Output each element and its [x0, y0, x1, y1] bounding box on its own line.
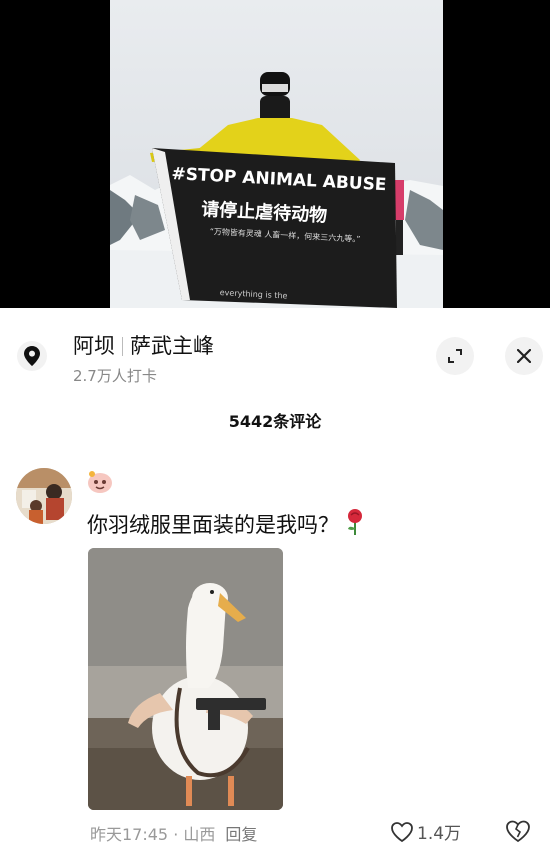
- close-button[interactable]: [505, 337, 543, 375]
- user-badge-icon: [86, 470, 114, 494]
- banner-line-4: everything is the: [219, 288, 288, 301]
- close-icon: [517, 349, 531, 363]
- avatar[interactable]: [16, 468, 72, 524]
- comment-count: 5442条评论: [228, 412, 322, 431]
- rose-icon: [345, 508, 365, 541]
- broken-heart-icon: [506, 820, 530, 843]
- reply-button[interactable]: 回复: [225, 825, 257, 844]
- dislike-button[interactable]: [505, 819, 531, 847]
- location-pin-icon: [24, 346, 40, 366]
- comment-time: 昨天17:45 · 山西: [90, 825, 216, 844]
- video-player[interactable]: #STOP ANIMAL ABUSE 请停止虐待动物 “万物皆有灵魂 人畜一样，…: [0, 0, 550, 308]
- location-divider: [122, 337, 123, 356]
- video-frame: #STOP ANIMAL ABUSE 请停止虐待动物 “万物皆有灵魂 人畜一样，…: [110, 0, 443, 308]
- location-region: 阿坝: [73, 334, 115, 358]
- banner-text: #STOP ANIMAL ABUSE 请停止虐待动物 “万物皆有灵魂 人畜一样，…: [110, 0, 443, 308]
- location-pin-button[interactable]: [17, 341, 47, 371]
- comment-text: 你羽绒服里面装的是我吗？: [87, 508, 365, 541]
- location-place: 萨武主峰: [130, 334, 214, 358]
- banner-line-3: “万物皆有灵魂 人畜一样，何来三六九等。”: [209, 226, 361, 244]
- banner-line-2: 请停止虐待动物: [200, 198, 328, 227]
- comment-image[interactable]: [88, 548, 283, 810]
- location-title[interactable]: 阿坝 萨武主峰: [73, 330, 214, 360]
- comment-meta: 昨天17:45 · 山西 回复: [90, 821, 257, 845]
- location-checkins: 2.7万人打卡: [73, 367, 157, 385]
- expand-button[interactable]: [436, 337, 474, 375]
- comment-body: 你羽绒服里面装的是我吗？: [87, 513, 339, 537]
- banner-line-1: #STOP ANIMAL ABUSE: [170, 164, 387, 196]
- expand-icon: [448, 349, 462, 363]
- heart-icon: [391, 821, 413, 842]
- like-count: 1.4万: [417, 824, 462, 844]
- like-button[interactable]: 1.4万: [390, 819, 461, 844]
